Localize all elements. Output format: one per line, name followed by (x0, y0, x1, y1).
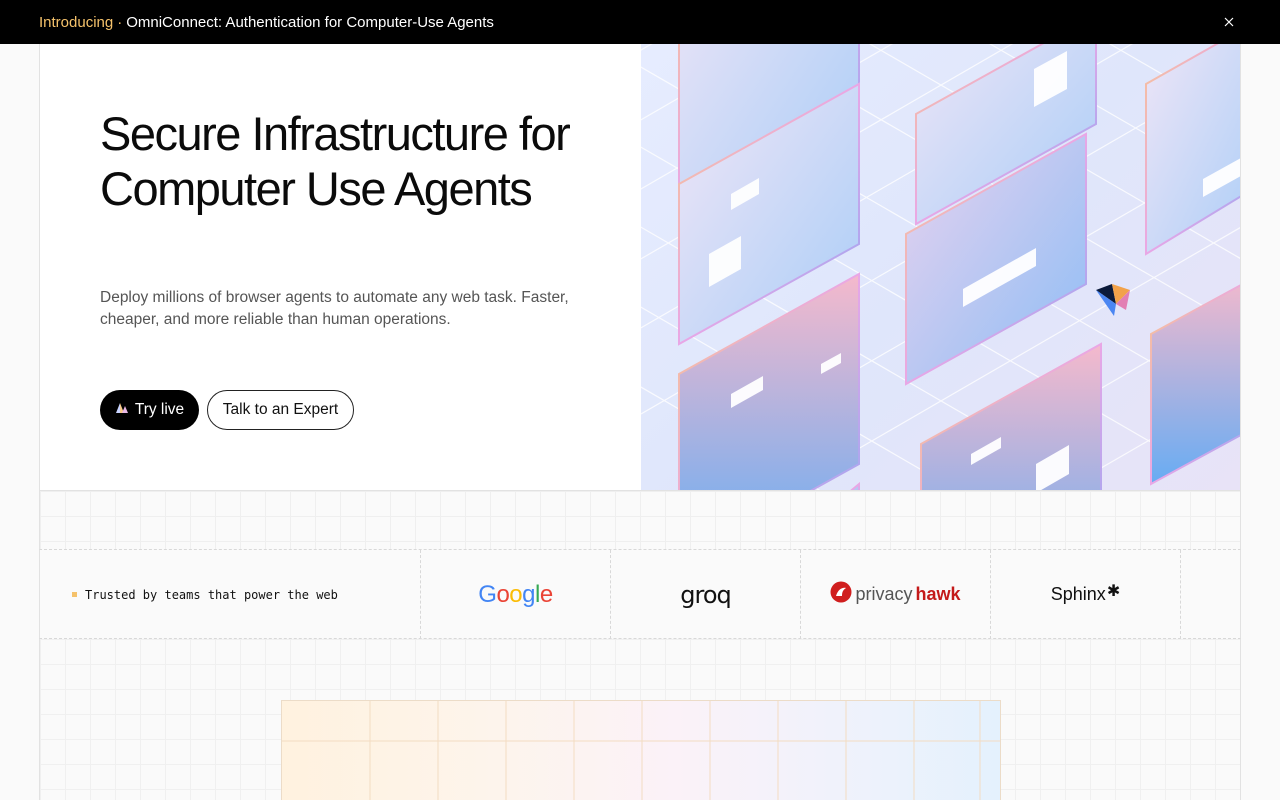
logo-cell-overflow (1180, 550, 1242, 639)
logo-groq: groq (610, 550, 800, 639)
hawk-icon (830, 581, 852, 608)
announcement-separator: · (117, 13, 123, 31)
announcement-bar[interactable]: Introducing · OmniConnect: Authenticatio… (0, 0, 1280, 44)
announcement-intro: Introducing (39, 13, 114, 31)
try-live-label: Try live (134, 401, 185, 418)
announcement-text[interactable]: OmniConnect: Authentication for Computer… (126, 14, 494, 31)
logo-sphinx: Sphinx ✱ (990, 550, 1180, 639)
grid-divider (39, 491, 1241, 549)
trusted-by-section: Trusted by teams that power the web Goog… (39, 549, 1241, 639)
trusted-text: Trusted by teams that power the web (85, 587, 338, 602)
feature-card (281, 700, 1001, 800)
hero-title: Secure Infrastructure for Computer Use A… (100, 107, 571, 215)
logo-google: Google (420, 550, 610, 639)
hero-content: Secure Infrastructure for Computer Use A… (40, 44, 641, 490)
hero-illustration (641, 44, 1240, 490)
trusted-label: Trusted by teams that power the web (72, 550, 338, 639)
logo-privacyhawk: privacy hawk (800, 550, 990, 639)
asterisk-icon: ✱ (1106, 582, 1121, 600)
try-live-button[interactable]: Try live (100, 390, 199, 430)
sparkle-icon (115, 401, 130, 419)
bullet-icon (72, 592, 77, 597)
lower-section (39, 639, 1241, 800)
talk-to-expert-button[interactable]: Talk to an Expert (207, 390, 354, 430)
close-icon[interactable] (1220, 13, 1238, 31)
hero-section: Secure Infrastructure for Computer Use A… (39, 44, 1241, 491)
hero-subtitle: Deploy millions of browser agents to aut… (100, 289, 569, 328)
